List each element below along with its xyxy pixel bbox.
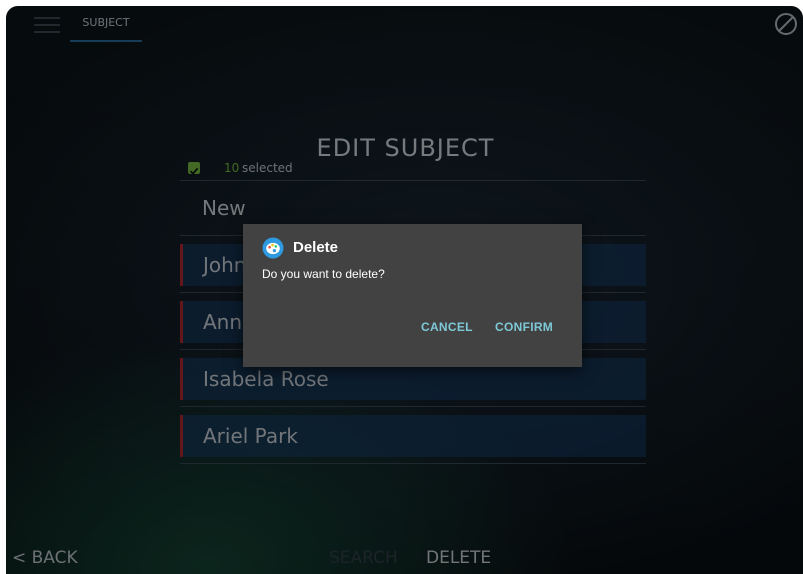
app-palette-icon: [262, 237, 284, 259]
cancel-button[interactable]: CANCEL: [421, 320, 473, 334]
dialog-message: Do you want to delete?: [262, 267, 385, 281]
delete-dialog: Delete Do you want to delete? CANCEL CON…: [243, 224, 582, 367]
dialog-title: Delete: [293, 239, 339, 256]
app-window: SUBJECT EDIT SUBJECT 10 selected New Joh…: [6, 6, 803, 574]
confirm-button[interactable]: CONFIRM: [495, 320, 553, 334]
